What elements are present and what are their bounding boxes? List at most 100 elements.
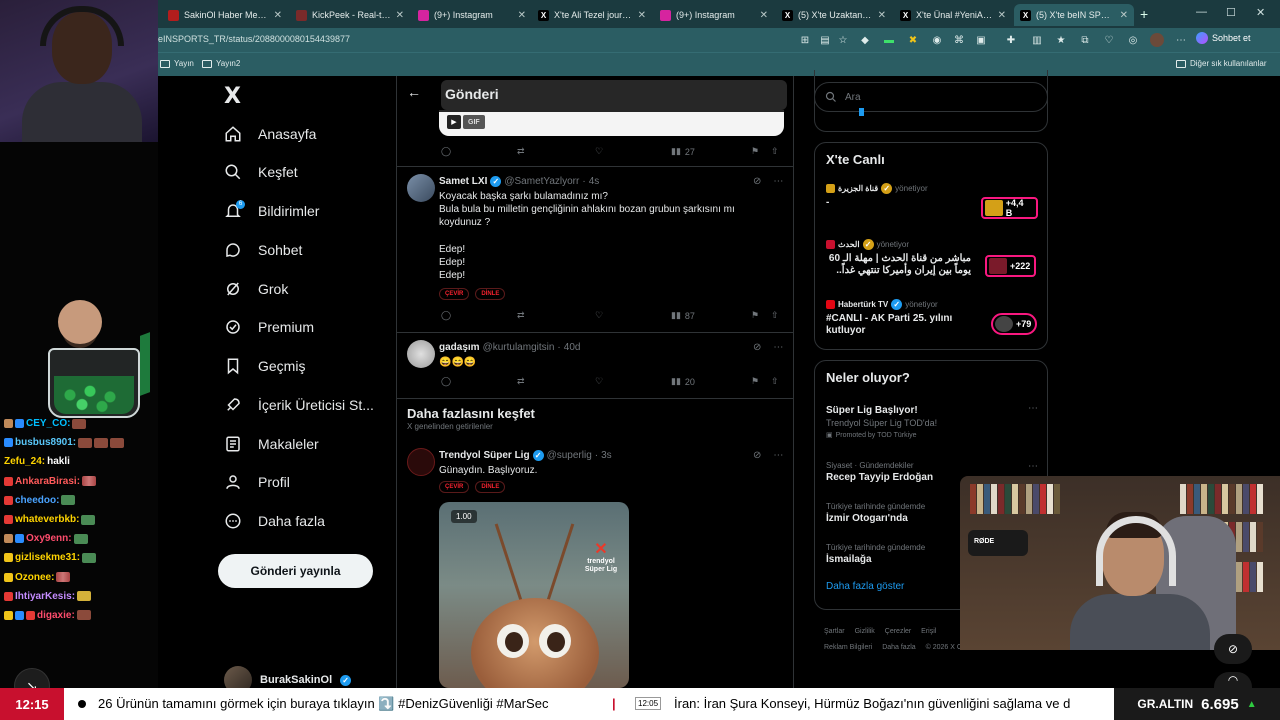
other-bookmarks-folder[interactable]: Diğer sık kullanılanlar [1176, 59, 1266, 68]
show-more-link[interactable]: Daha fazla göster [826, 581, 904, 592]
views-button[interactable]: ▮▮ 27 [671, 146, 695, 157]
profile-avatar-icon[interactable] [1150, 33, 1164, 47]
nav-item-home[interactable]: Anasayfa [224, 119, 316, 149]
like-icon[interactable]: ♡ [595, 310, 603, 321]
retweet-icon[interactable]: ⇄ [517, 376, 525, 387]
nav-item-notifications[interactable]: 6 Bildirimler [224, 196, 319, 226]
reply-icon[interactable]: ◯ [441, 376, 451, 387]
extension-icon[interactable]: ▣ [974, 33, 988, 47]
health-icon[interactable]: ♡ [1102, 33, 1116, 47]
translate-pill[interactable]: ÇEVİR [439, 288, 470, 300]
reply-icon[interactable]: ◯ [441, 310, 451, 321]
nav-item-more[interactable]: Daha fazla [224, 506, 325, 536]
bookmark-icon[interactable]: ⚑ [751, 310, 759, 321]
nav-item-grok[interactable]: Grok [224, 274, 288, 304]
close-icon[interactable]: ✕ [998, 10, 1006, 21]
tweet-time[interactable]: 3s [601, 450, 612, 461]
browser-tab[interactable]: (9+) Instagram ✕ [412, 4, 532, 26]
avatar[interactable] [407, 340, 435, 368]
grok-icon[interactable]: ⊘ [753, 342, 761, 353]
chat-username[interactable]: AnkaraBirasi: [15, 476, 80, 487]
avatar[interactable] [407, 174, 435, 202]
chat-username[interactable]: busbus8901: [15, 437, 76, 448]
share-icon[interactable]: ⇧ [771, 376, 779, 387]
author-handle[interactable]: @superlig [547, 450, 592, 461]
bookmark-icon[interactable]: ⚑ [751, 376, 759, 387]
x-logo-icon[interactable]: X [224, 84, 241, 109]
author-name[interactable]: gadaşım [439, 342, 480, 353]
favorites-icon[interactable]: ★ [1054, 33, 1068, 47]
chat-username[interactable]: digaxie: [37, 610, 75, 621]
reply-icon[interactable]: ◯ [441, 146, 451, 157]
browser-tab[interactable]: X X'te Ali Tezel journalist ✕ [532, 4, 652, 26]
grok-floating-button[interactable]: ⊘ [1214, 634, 1252, 664]
messages-floating-button[interactable]: ◠ [1214, 672, 1252, 688]
footer-link[interactable]: Gizlilik [855, 628, 875, 635]
bookmark-folder[interactable]: Yayın [160, 59, 194, 68]
grok-icon[interactable]: ⊘ [753, 450, 761, 461]
chat-username[interactable]: Zefu_24: [4, 456, 45, 467]
collections-icon[interactable]: ⧉ [1078, 33, 1092, 47]
more-dots-icon[interactable]: ⋯ [773, 342, 783, 353]
author-handle[interactable]: @kurtulamgitsin [483, 342, 555, 353]
translate-pill[interactable]: ÇEVİR [439, 481, 470, 493]
more-dots-icon[interactable]: ⋯ [773, 450, 783, 461]
nav-item-profile[interactable]: Profil [224, 467, 290, 497]
tweet[interactable]: gadaşım @kurtulamgitsin · 40d ⊘ ⋯ 😄😄😄 ◯ … [397, 340, 793, 398]
author-name[interactable]: Samet LXI [439, 176, 487, 187]
avatar[interactable] [407, 448, 435, 476]
new-tab-plus-icon[interactable]: + [1140, 6, 1148, 22]
extension-yellow-icon[interactable]: ✖ [906, 33, 920, 47]
tweet-time[interactable]: 40d [564, 342, 581, 353]
nav-item-creator-studio[interactable]: İçerik Üreticisi St... [224, 390, 374, 420]
listen-pill[interactable]: DİNLE [475, 288, 506, 300]
browser-tab-active[interactable]: X (5) X'te beIN SPORTS T ✕ [1014, 4, 1134, 26]
chat-username[interactable]: Ozonee: [15, 572, 54, 583]
copilot-icon[interactable]: ◎ [1126, 33, 1140, 47]
close-icon[interactable]: ✕ [274, 10, 282, 21]
extension-icon[interactable]: ◆ [858, 33, 872, 47]
views-button[interactable]: ▮▮ 20 [671, 376, 695, 387]
author-handle[interactable]: @SametYazlyorr [504, 176, 579, 187]
post-button[interactable]: Gönderi yayınla [218, 554, 373, 588]
views-button[interactable]: ▮▮ 87 [671, 310, 695, 321]
tweet-time[interactable]: 4s [589, 176, 600, 187]
nav-item-explore[interactable]: Keşfet [224, 157, 298, 187]
retweet-icon[interactable]: ⇄ [517, 146, 525, 157]
favorite-star-icon[interactable]: ☆ [836, 33, 850, 47]
trend-item[interactable]: Süper Lig Başlıyor! Trendyol Süper Lig T… [826, 403, 1038, 439]
gif-media-card[interactable]: ▶ GIF [439, 110, 784, 136]
split-view-icon[interactable]: ⊞ [798, 33, 812, 47]
close-window-icon[interactable]: ✕ [1256, 6, 1265, 19]
footer-link[interactable]: Daha fazla [882, 644, 915, 651]
browser-tab[interactable]: (9+) Instagram ✕ [654, 4, 774, 26]
translate-icon[interactable]: ⌘ [952, 33, 966, 47]
reader-icon[interactable]: ▤ [818, 33, 832, 47]
close-icon[interactable]: ✕ [878, 10, 886, 21]
footer-link[interactable]: Reklam Bilgileri [824, 644, 872, 651]
like-icon[interactable]: ♡ [595, 376, 603, 387]
bookmark-folder[interactable]: Yayın2 [202, 59, 240, 68]
listen-pill[interactable]: DİNLE [475, 481, 506, 493]
more-dots-icon[interactable]: ⋯ [773, 176, 783, 187]
extension-green-icon[interactable]: ▬ [882, 33, 896, 47]
nav-item-articles[interactable]: Makaleler [224, 429, 319, 459]
live-item[interactable]: Habertürk TV ✓ yönetiyor #CANLI - AK Par… [826, 299, 1038, 343]
extensions-puzzle-icon[interactable]: ✚ [1004, 33, 1018, 47]
tweet[interactable]: Samet LXI ✓ @SametYazlyorr · 4s ⊘ ⋯ Koya… [397, 174, 793, 328]
chat-username[interactable]: CEY_CO: [26, 418, 70, 429]
close-icon[interactable]: ✕ [396, 10, 404, 21]
share-icon[interactable]: ⇧ [771, 310, 779, 321]
grok-icon[interactable]: ⊘ [753, 176, 761, 187]
play-icon[interactable]: ▶ [447, 115, 461, 129]
tweet-video[interactable]: 1.00 ✕ trendyol Süper Lig [439, 502, 629, 688]
close-icon[interactable]: ✕ [518, 10, 526, 21]
minimize-icon[interactable]: — [1196, 6, 1207, 18]
chat-username[interactable]: Oxy9enn: [26, 533, 72, 544]
url-field[interactable]: eINSPORTS_TR/status/2088000080154439877 [158, 34, 350, 44]
copilot-chat-button[interactable]: Sohbet et [1196, 32, 1251, 44]
more-dots-icon[interactable]: ⋯ [1028, 461, 1038, 472]
back-arrow-icon[interactable]: ← [407, 84, 421, 100]
nav-item-premium[interactable]: Premium [224, 312, 314, 342]
footer-link[interactable]: Çerezler [885, 628, 911, 635]
